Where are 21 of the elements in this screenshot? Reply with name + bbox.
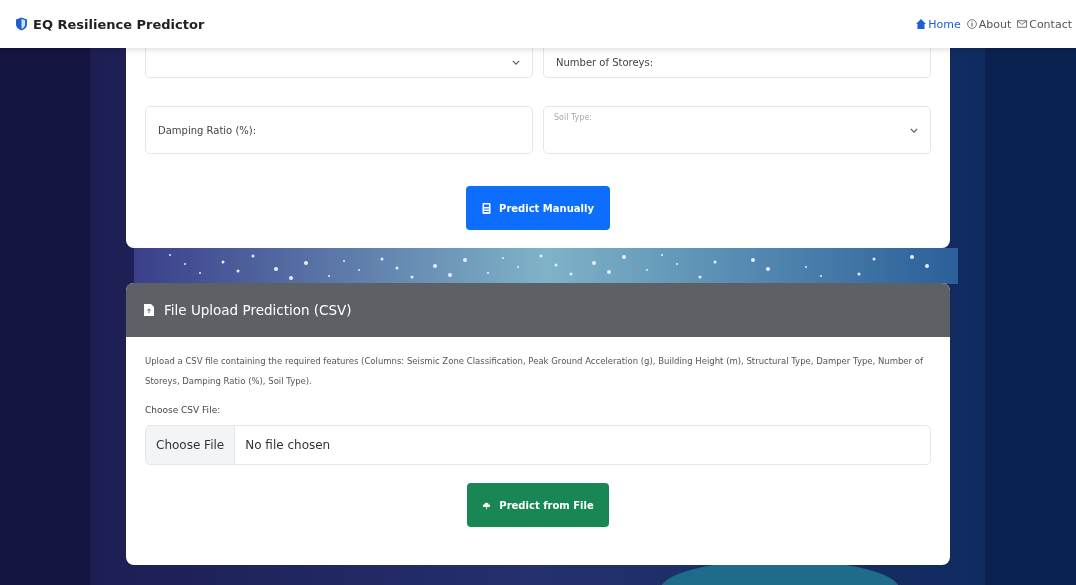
nav-link[interactable]: Contact (1017, 17, 1072, 31)
chevron-icon (910, 128, 918, 133)
field-label: Choose CSV File: (145, 405, 222, 415)
description-text: Upload a CSV file containing the required features (Columns: Seismic Zone Classification, Peak Ground Acceleration (g), Building Height (m), Structural Type, Damper Type, Number of Storeys, Damping Ratio (%), Soil Type). (145, 355, 924, 388)
brand-name: EQ Resilience Predictor (33, 16, 205, 32)
card-title: File Upload Prediction (CSV) (164, 302, 352, 318)
chevron-icon (512, 60, 520, 65)
info-icon (966, 19, 977, 29)
nav-link[interactable]: Home (916, 17, 961, 31)
select-field[interactable] (145, 48, 533, 78)
shield-icon (16, 17, 27, 31)
file-icon (144, 304, 154, 316)
calculator-icon (482, 202, 492, 214)
predict-manually-button[interactable]: Predict Manually (466, 186, 610, 230)
mail-icon (1017, 19, 1028, 29)
nav-link[interactable]: About (966, 17, 1012, 31)
home-icon (916, 19, 927, 29)
predict-from-file-button[interactable]: Predict from File (467, 483, 609, 527)
input-field[interactable]: Number of Storeys: (543, 48, 931, 78)
input-field[interactable]: Damping Ratio (%): (145, 106, 533, 154)
file-input[interactable]: Choose File No file chosen (145, 425, 931, 465)
